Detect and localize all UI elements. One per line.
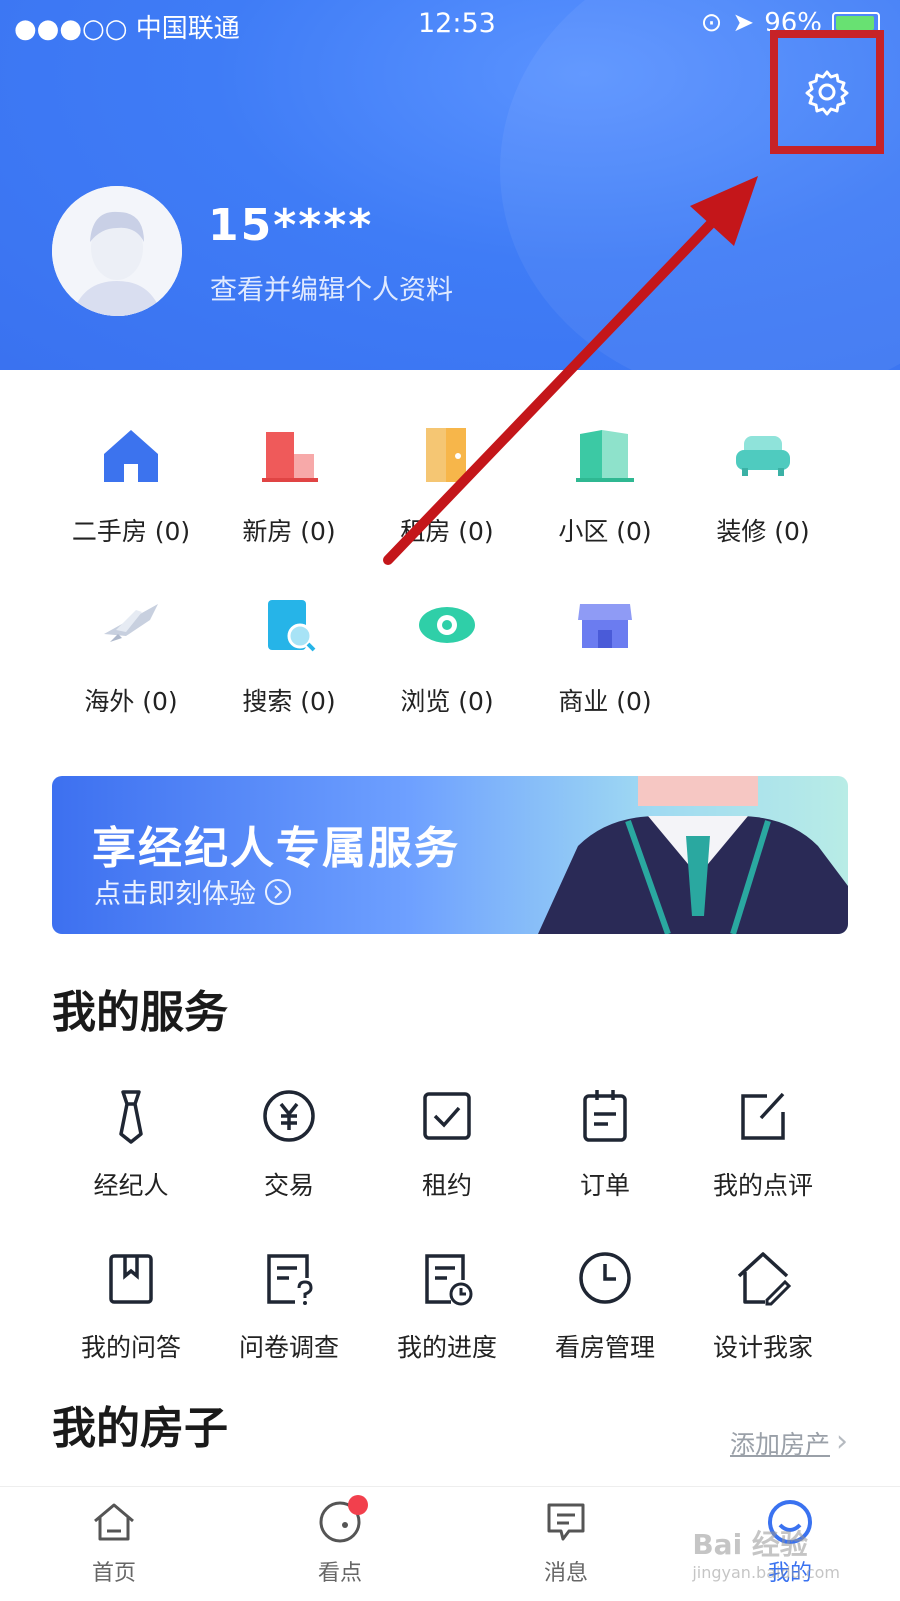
search-doc-icon — [268, 600, 316, 652]
add-house-link[interactable]: 添加房产 — [730, 1425, 830, 1461]
quick-item-commercial[interactable]: 商业 (0) — [526, 590, 684, 718]
service-lease[interactable]: 租约 — [368, 1086, 526, 1202]
quick-item-label: 浏览 (0) — [400, 687, 494, 716]
quick-item-label: 装修 (0) — [716, 517, 810, 546]
door-icon — [426, 428, 466, 482]
tab-messages[interactable]: 消息 — [506, 1497, 626, 1587]
service-label: 交易 — [263, 1171, 314, 1200]
eye-icon — [419, 607, 475, 643]
service-transaction[interactable]: 交易 — [210, 1086, 368, 1202]
rotation-lock-icon: ⊙ — [700, 8, 723, 38]
tab-label: 首页 — [91, 1561, 136, 1586]
quick-item-decor[interactable]: 装修 (0) — [684, 420, 842, 548]
tab-home[interactable]: 首页 — [54, 1497, 174, 1587]
service-agent[interactable]: 经纪人 — [52, 1086, 210, 1202]
service-label: 我的进度 — [396, 1333, 497, 1362]
quick-item-label: 小区 (0) — [558, 517, 652, 546]
profile-header: ●●●○○ 中国联通 12:53 ⊙ ➤ 96% 15**** 查看并编辑个人资… — [0, 0, 900, 370]
service-label: 我的问答 — [80, 1333, 181, 1362]
watermark-sub: jingyan.baidu.com — [692, 1563, 840, 1582]
banner-subtitle: 点击即刻体验 — [94, 872, 292, 911]
quick-item-browse[interactable]: 浏览 (0) — [368, 590, 526, 718]
service-label: 问卷调查 — [238, 1333, 339, 1362]
chevron-right-icon[interactable]: › — [836, 1424, 848, 1459]
agent-illustration — [538, 776, 848, 934]
house-icon — [104, 430, 158, 482]
watermark: Bai 经验 jingyan.baidu.com — [692, 1523, 840, 1582]
edit-profile-link[interactable]: 查看并编辑个人资料 — [210, 268, 453, 307]
gear-icon — [805, 70, 849, 116]
tie-icon — [119, 1090, 143, 1144]
agent-service-banner[interactable]: 享经纪人专属服务 点击即刻体验 — [52, 776, 848, 934]
notification-badge — [348, 1495, 368, 1515]
home-design-icon — [737, 1252, 792, 1306]
service-qa[interactable]: 我的问答 — [52, 1248, 210, 1364]
tab-label: 看点 — [317, 1561, 362, 1586]
quick-item-label: 新房 (0) — [242, 517, 336, 546]
quick-item-label: 租房 (0) — [400, 517, 494, 546]
checkbox-icon — [423, 1092, 471, 1140]
airplane-icon — [104, 604, 158, 642]
survey-icon — [267, 1254, 313, 1305]
quick-item-label: 商业 (0) — [558, 687, 652, 716]
building-icon — [262, 432, 318, 482]
houses-title: 我的房子 — [52, 1403, 228, 1454]
service-progress[interactable]: 我的进度 — [368, 1248, 526, 1364]
sofa-icon — [736, 436, 790, 476]
banner-subtitle-text: 点击即刻体验 — [94, 879, 256, 910]
status-bar: ●●●○○ 中国联通 12:53 ⊙ ➤ 96% — [0, 0, 900, 46]
progress-icon — [425, 1254, 473, 1306]
quick-item-resale[interactable]: 二手房 (0) — [52, 420, 210, 548]
quick-item-label: 二手房 (0) — [71, 517, 191, 546]
service-orders[interactable]: 订单 — [526, 1086, 684, 1202]
quick-item-label: 搜索 (0) — [242, 687, 336, 716]
edit-icon — [741, 1092, 785, 1140]
quick-item-search[interactable]: 搜索 (0) — [210, 590, 368, 718]
home-icon — [94, 1503, 134, 1541]
service-label: 经纪人 — [93, 1171, 169, 1200]
carrier-label: ●●●○○ 中国联通 — [14, 14, 240, 44]
store-icon — [578, 604, 632, 648]
quick-item-rent[interactable]: 租房 (0) — [368, 420, 526, 548]
service-label: 看房管理 — [554, 1333, 655, 1362]
tab-discover[interactable]: 看点 — [280, 1495, 400, 1587]
battery-icon — [832, 12, 880, 34]
yuan-icon — [263, 1090, 315, 1142]
service-design[interactable]: 设计我家 — [684, 1248, 842, 1364]
bookmark-icon — [109, 1254, 153, 1304]
quick-item-community[interactable]: 小区 (0) — [526, 420, 684, 548]
service-label: 租约 — [421, 1171, 472, 1200]
service-reviews[interactable]: 我的点评 — [684, 1086, 842, 1202]
battery-percent: 96% — [764, 8, 822, 38]
quick-item-new[interactable]: 新房 (0) — [210, 420, 368, 548]
avatar[interactable] — [52, 186, 182, 316]
service-viewing[interactable]: 看房管理 — [526, 1248, 684, 1364]
service-label: 设计我家 — [712, 1333, 813, 1362]
service-survey[interactable]: 问卷调查 — [210, 1248, 368, 1364]
status-time: 12:53 — [418, 8, 496, 39]
clipboard-icon — [583, 1090, 627, 1142]
service-label: 我的点评 — [712, 1171, 813, 1200]
username[interactable]: 15**** — [208, 200, 373, 251]
quick-item-label: 海外 (0) — [84, 687, 178, 716]
quick-item-overseas[interactable]: 海外 (0) — [52, 590, 210, 718]
settings-button[interactable] — [770, 30, 884, 154]
watermark-text: Bai 经验 — [692, 1528, 808, 1561]
community-icon — [576, 430, 634, 482]
services-title: 我的服务 — [52, 987, 228, 1038]
service-label: 订单 — [579, 1171, 630, 1200]
location-icon: ➤ — [732, 8, 755, 38]
status-right: ⊙ ➤ 96% — [701, 8, 880, 38]
clock-icon — [579, 1252, 631, 1304]
message-icon — [547, 1503, 585, 1541]
banner-title: 享经纪人专属服务 — [92, 823, 460, 874]
chevron-circle-icon — [265, 878, 291, 905]
tab-label: 消息 — [543, 1561, 588, 1586]
